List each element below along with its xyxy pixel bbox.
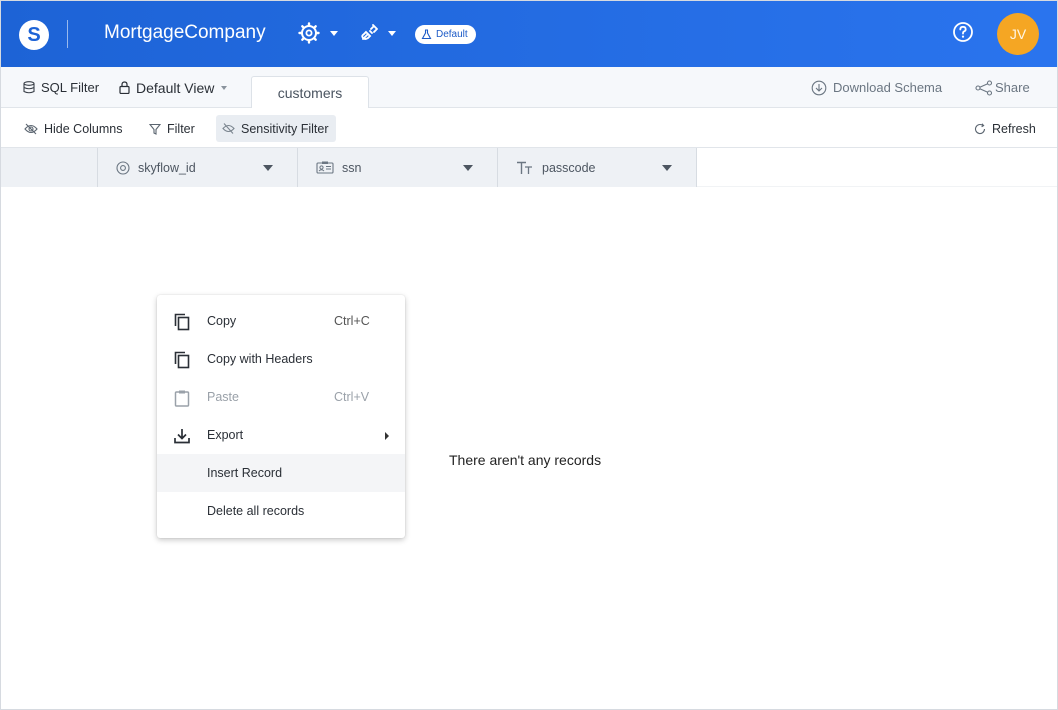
share-icon — [975, 79, 993, 96]
menu-item-label: Paste — [207, 390, 239, 404]
column-label: passcode — [542, 160, 596, 175]
chevron-down-icon — [221, 85, 228, 90]
vault-title[interactable]: MortgageCompany — [104, 22, 266, 44]
filter-button[interactable]: Filter — [143, 115, 201, 142]
plug-integration-icon[interactable] — [358, 22, 380, 44]
menu-item-insert-record[interactable]: Insert Record — [157, 454, 405, 492]
hide-columns-label: Hide Columns — [44, 121, 123, 136]
lock-icon — [119, 81, 130, 94]
eye-off-icon — [24, 123, 38, 134]
menu-item-copy-with-headers[interactable]: Copy with Headers — [157, 340, 405, 378]
database-icon — [23, 81, 35, 94]
filter-funnel-icon — [149, 123, 161, 135]
sql-filter-label: SQL Filter — [41, 80, 100, 95]
id-card-icon — [316, 161, 334, 174]
text-type-icon — [517, 161, 532, 174]
flask-icon — [421, 29, 432, 40]
context-menu: Copy Ctrl+C Copy with Headers Paste Ctrl… — [157, 295, 405, 538]
submenu-arrow-icon — [385, 432, 389, 440]
menu-item-label: Copy — [207, 314, 237, 328]
column-label: skyflow_id — [138, 160, 196, 175]
header-divider — [67, 20, 68, 48]
refresh-icon — [974, 122, 986, 134]
filter-label: Filter — [167, 121, 195, 136]
column-header-row: skyflow_id ssn passcode — [0, 148, 1058, 187]
sensitivity-filter-label: Sensitivity Filter — [241, 121, 329, 136]
empty-table-message: There aren't any records — [449, 452, 602, 468]
download-icon — [174, 429, 190, 444]
column-header-ssn[interactable]: ssn — [297, 148, 497, 187]
copy-icon — [174, 351, 190, 369]
tab-customers[interactable]: customers — [251, 76, 369, 109]
sensitivity-eye-off-icon — [222, 123, 235, 134]
menu-item-delete-all-records[interactable]: Delete all records — [157, 492, 405, 530]
view-selector-label: Default View — [136, 79, 215, 96]
menu-item-copy[interactable]: Copy Ctrl+C — [157, 302, 405, 340]
help-icon[interactable] — [952, 21, 974, 43]
environment-badge[interactable]: Default — [415, 25, 476, 44]
skyflow-logo[interactable]: S — [19, 20, 49, 50]
menu-item-label: Export — [207, 428, 244, 442]
view-selector-dropdown[interactable]: Default View — [119, 67, 228, 108]
view-tab-bar: SQL Filter Default View customers Downlo… — [0, 67, 1058, 109]
settings-caret-icon[interactable] — [330, 31, 338, 36]
download-schema-label: Download Schema — [833, 80, 943, 95]
menu-item-shortcut: Ctrl+V — [334, 390, 370, 404]
refresh-button[interactable]: Refresh — [968, 115, 1042, 142]
menu-item-label: Insert Record — [207, 466, 283, 480]
settings-gear-icon[interactable] — [298, 22, 320, 44]
column-label: ssn — [342, 160, 362, 175]
hide-columns-button[interactable]: Hide Columns — [18, 115, 129, 142]
table-toolbar: Hide Columns Filter Sensitivity Filter R… — [0, 108, 1058, 148]
column-header-passcode[interactable]: passcode — [497, 148, 697, 187]
integration-caret-icon[interactable] — [388, 31, 396, 36]
menu-item-label: Copy with Headers — [207, 352, 313, 366]
column-header-skyflow-id[interactable]: skyflow_id — [97, 148, 297, 187]
column-menu-caret-icon[interactable] — [263, 165, 273, 171]
download-schema-button[interactable]: Download Schema — [811, 67, 942, 108]
user-avatar[interactable]: JV — [997, 13, 1039, 55]
menu-item-shortcut: Ctrl+C — [334, 314, 370, 328]
share-label: Share — [995, 80, 1030, 95]
top-header-bar: S MortgageCompany Default JV — [0, 0, 1058, 67]
sensitivity-filter-button[interactable]: Sensitivity Filter — [216, 115, 336, 142]
clipboard-icon — [174, 390, 190, 407]
column-menu-caret-icon[interactable] — [662, 165, 672, 171]
sql-filter-button[interactable]: SQL Filter — [23, 67, 99, 108]
copy-icon — [174, 313, 190, 331]
menu-item-label: Delete all records — [207, 504, 305, 518]
refresh-label: Refresh — [992, 121, 1036, 136]
menu-item-export[interactable]: Export — [157, 416, 405, 454]
environment-badge-label: Default — [436, 29, 468, 40]
column-menu-caret-icon[interactable] — [463, 165, 473, 171]
share-button[interactable]: Share — [975, 67, 1030, 108]
id-icon — [116, 160, 130, 175]
menu-item-paste[interactable]: Paste Ctrl+V — [157, 378, 405, 416]
download-circle-icon — [811, 80, 827, 95]
